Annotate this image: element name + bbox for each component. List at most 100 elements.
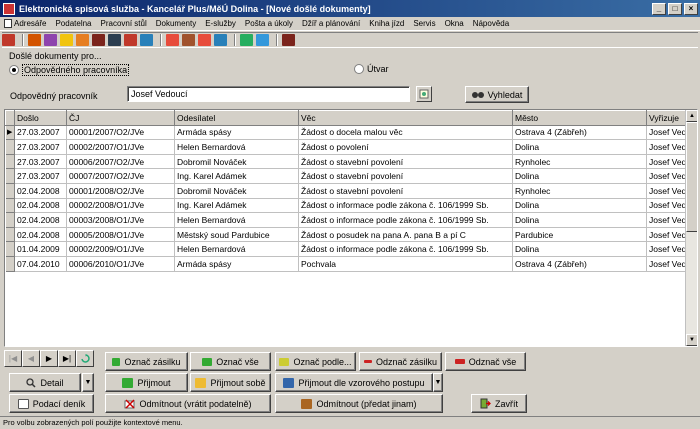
- journal-button[interactable]: Podací deník: [9, 394, 94, 413]
- globe-icon[interactable]: [240, 34, 253, 46]
- prev-record-button[interactable]: ◀: [22, 350, 40, 367]
- toolbar-separator: [22, 34, 24, 46]
- cell-doslo: 27.03.2007: [14, 154, 67, 170]
- table-row[interactable]: 27.03.2007 00007/2007/O2/JVe Ing. Karel Ad…: [5, 168, 697, 184]
- menu-item-servis[interactable]: Servis: [413, 19, 435, 28]
- radio-unit[interactable]: Útvar: [354, 64, 389, 74]
- last-record-button[interactable]: ▶|: [58, 350, 76, 367]
- maximize-icon[interactable]: □: [668, 2, 682, 15]
- mark-item-button[interactable]: Označ zásilku: [105, 352, 188, 371]
- radio-dot[interactable]: [9, 65, 19, 75]
- table-row[interactable]: 02.04.2008 00005/2008/O1/JVe Městský soud …: [5, 227, 697, 243]
- exit-icon[interactable]: [282, 34, 295, 46]
- column-header-cj[interactable]: ČJ: [66, 110, 175, 126]
- mark-all-button[interactable]: Označ vše: [190, 352, 271, 371]
- menu-item-napoveda[interactable]: Nápověda: [473, 19, 509, 28]
- scroll-thumb[interactable]: [686, 122, 697, 232]
- reject-forward-button[interactable]: Odmítnout (předat jinam): [275, 394, 443, 413]
- close-icon[interactable]: ×: [684, 2, 698, 15]
- next-record-button[interactable]: ▶: [40, 350, 58, 367]
- column-header-mesto[interactable]: Město: [512, 110, 647, 126]
- cell-vec: Žádost o stavební povolení: [298, 168, 513, 184]
- column-header-odesilatel[interactable]: Odesílatel: [174, 110, 299, 126]
- unmark-item-button[interactable]: Odznač zásilku: [359, 352, 442, 371]
- row-indicator[interactable]: [5, 168, 15, 184]
- people-icon[interactable]: [44, 34, 57, 46]
- window-icon[interactable]: [108, 34, 121, 46]
- row-indicator[interactable]: ▶: [5, 125, 15, 141]
- table-row[interactable]: 02.04.2008 00001/2008/O2/JVe Dobromil Nov…: [5, 183, 697, 199]
- row-indicator[interactable]: [5, 212, 15, 228]
- book-icon[interactable]: [92, 34, 105, 46]
- responsible-label: Odpovědný pracovník: [10, 91, 98, 101]
- row-indicator[interactable]: [5, 154, 15, 170]
- accept-pattern-dropdown-button[interactable]: ▼: [433, 373, 443, 392]
- column-header-doslo[interactable]: Došlo: [14, 110, 67, 126]
- responsible-input[interactable]: Josef Vedoucí: [127, 86, 410, 102]
- close-button[interactable]: Zavřít: [471, 394, 527, 413]
- minimize-icon[interactable]: _: [652, 2, 666, 15]
- menu-item-posta[interactable]: Pošta a úkoly: [245, 19, 293, 28]
- minus-multiple-icon: [454, 359, 465, 364]
- cell-doslo: 02.04.2008: [14, 212, 67, 228]
- radio-responsible-person[interactable]: Odpovědného pracovníka: [9, 64, 130, 76]
- row-indicator[interactable]: [5, 183, 15, 199]
- refresh-button[interactable]: [76, 350, 94, 367]
- menu-item-kniha-jizd[interactable]: Kniha jízd: [369, 19, 404, 28]
- users-icon[interactable]: [2, 34, 15, 46]
- accept-button[interactable]: Přijmout: [105, 373, 188, 392]
- detail-dropdown-button[interactable]: ▼: [82, 373, 94, 392]
- reject-return-button[interactable]: Odmítnout (vrátit podatelně): [105, 394, 271, 413]
- accept-pattern-button[interactable]: Přijmout dle vzorového postupu: [275, 373, 433, 392]
- accept-self-button[interactable]: Přijmout sobě: [190, 373, 271, 392]
- cell-doslo: 01.04.2009: [14, 241, 67, 257]
- signature-icon[interactable]: [124, 34, 137, 46]
- printer-icon[interactable]: [256, 34, 269, 46]
- cell-cj: 00006/2007/O2/JVe: [66, 154, 175, 170]
- menu-item-podatelna[interactable]: Podatelna: [55, 19, 91, 28]
- car-icon[interactable]: [214, 34, 227, 46]
- stamp-icon[interactable]: [28, 34, 41, 46]
- unmark-all-button[interactable]: Odznač vše: [445, 352, 526, 371]
- menu-item-dokumenty[interactable]: Dokumenty: [156, 19, 196, 28]
- search-label: Vyhledat: [487, 89, 523, 100]
- table-row[interactable]: 02.04.2008 00003/2008/O1/JVe Helen Bernar…: [5, 212, 697, 228]
- new-document-icon[interactable]: [60, 34, 73, 46]
- table-row[interactable]: 27.03.2007 00002/2007/O1/JVe Helen Bernar…: [5, 139, 697, 155]
- table-row[interactable]: 27.03.2007 00006/2007/O2/JVe Dobromil Nov…: [5, 154, 697, 170]
- first-record-button[interactable]: |◀: [4, 350, 22, 367]
- menu-item-e-sluzby[interactable]: E-služby: [205, 19, 236, 28]
- cell-odesilatel: Armáda spásy: [174, 256, 299, 272]
- scroll-up-icon[interactable]: ▲: [686, 110, 697, 122]
- cell-doslo: 07.04.2010: [14, 256, 67, 272]
- search-button[interactable]: Vyhledat: [465, 86, 529, 103]
- flag-icon[interactable]: [140, 34, 153, 46]
- vertical-scrollbar[interactable]: ▲ ▼: [685, 110, 697, 346]
- radio-dot[interactable]: [354, 64, 364, 74]
- table-row[interactable]: 01.04.2009 00002/2009/O1/JVe Helen Bernar…: [5, 241, 697, 257]
- cell-vec: Žádost o informace podle zákona č. 106/1…: [298, 241, 513, 257]
- menu-item-pracovni-stul[interactable]: Pracovní stůl: [101, 19, 147, 28]
- table-row[interactable]: ▶ 27.03.2007 00001/2007/O2/JVe Armáda spásy…: [5, 125, 697, 141]
- cell-mesto: Dolina: [512, 198, 647, 214]
- mark-by-button[interactable]: Označ podle...: [275, 352, 356, 371]
- menu-item-planovani[interactable]: Džíř a plánování: [302, 19, 360, 28]
- inbox-icon[interactable]: [166, 34, 179, 46]
- detail-button[interactable]: Detail: [9, 373, 81, 392]
- pick-person-button[interactable]: [416, 86, 432, 102]
- table-row[interactable]: 07.04.2010 00006/2010/O1/JVe Armáda spásy P…: [5, 256, 697, 272]
- row-indicator[interactable]: [5, 241, 15, 257]
- grid-icon[interactable]: [182, 34, 195, 46]
- calendar-icon[interactable]: [198, 34, 211, 46]
- row-indicator[interactable]: [5, 227, 15, 243]
- scroll-down-icon[interactable]: ▼: [686, 334, 697, 346]
- cell-vec: Žádost o povolení: [298, 139, 513, 155]
- row-indicator[interactable]: [5, 256, 15, 272]
- menu-item-okna[interactable]: Okna: [445, 19, 464, 28]
- row-indicator[interactable]: [5, 198, 15, 214]
- envelope-icon[interactable]: [76, 34, 89, 46]
- table-row[interactable]: 02.04.2008 00002/2008/O1/JVe Ing. Karel Ad…: [5, 198, 697, 214]
- column-header-vec[interactable]: Věc: [298, 110, 513, 126]
- row-indicator[interactable]: [5, 139, 15, 155]
- menu-item-adresare[interactable]: Adresáře: [4, 19, 46, 28]
